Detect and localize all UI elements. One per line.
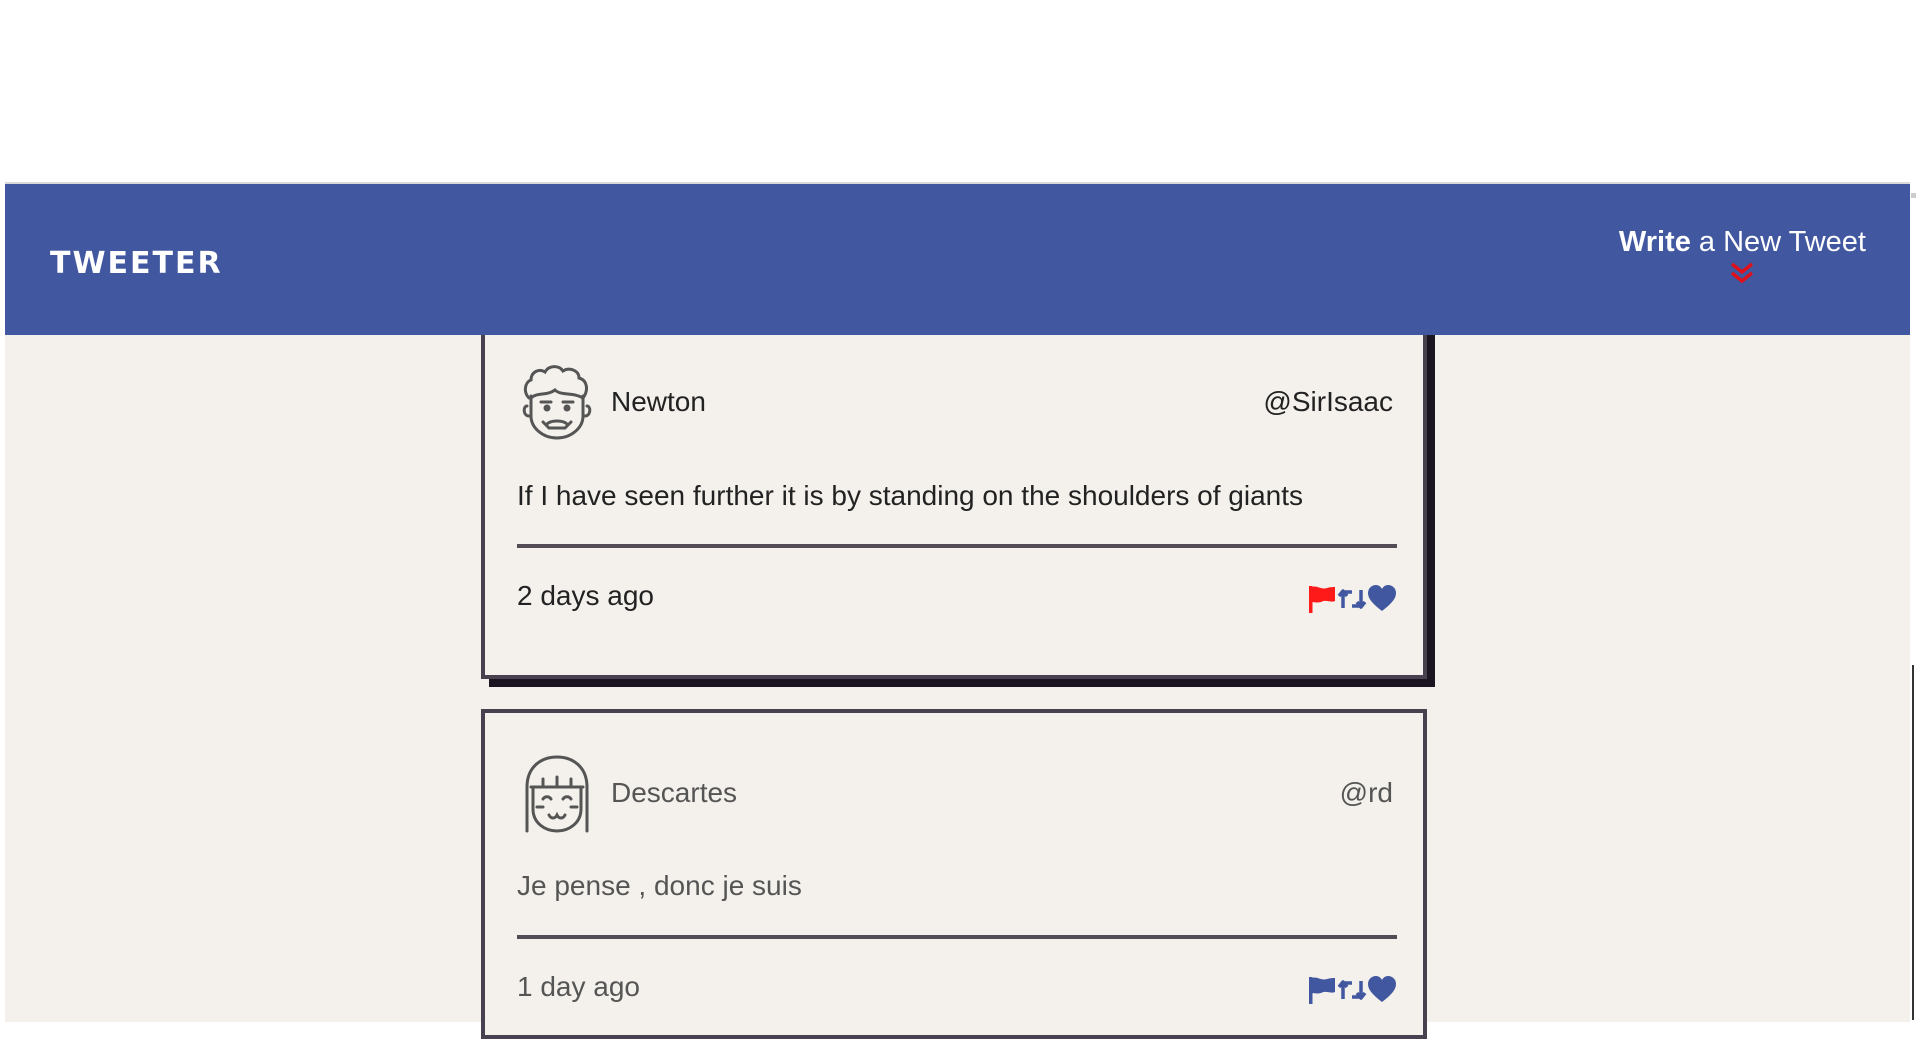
tweet-content: If I have seen further it is by standing… <box>517 480 1304 511</box>
heart-icon[interactable] <box>1367 584 1397 614</box>
author-name[interactable]: Descartes <box>611 777 737 809</box>
scrollbar-arrow[interactable] <box>1911 193 1916 198</box>
flag-icon[interactable] <box>1307 584 1337 614</box>
top-nav: TWEETER Write a New Tweet <box>5 184 1910 335</box>
write-new-tweet-button[interactable]: Write a New Tweet <box>1619 226 1866 285</box>
divider <box>517 544 1397 548</box>
flag-icon[interactable] <box>1307 975 1337 1005</box>
author-handle[interactable]: @rd <box>1340 777 1393 809</box>
app-logo[interactable]: TWEETER <box>50 246 223 281</box>
tweet-timestamp: 1 day ago <box>517 971 640 1002</box>
blank-top-area <box>0 0 1920 182</box>
divider <box>517 935 1397 939</box>
tweet-content: Je pense , donc je suis <box>517 870 802 901</box>
bob-hair-face-icon <box>525 755 589 833</box>
double-chevron-down-icon[interactable] <box>1729 261 1755 285</box>
author-name[interactable]: Newton <box>611 386 706 418</box>
author-handle[interactable]: @SirIsaac <box>1263 386 1393 418</box>
compose-label-bold: Write <box>1618 226 1691 258</box>
tweet-card: Descartes @rd Je pense , donc je suis 1 … <box>481 709 1427 1039</box>
compose-label-rest: a New Tweet <box>1690 226 1866 258</box>
scrollbar-thumb[interactable] <box>1912 665 1914 1020</box>
tweet-card: Newton @SirIsaac If I have seen further … <box>481 310 1427 679</box>
tweet-actions <box>1307 975 1397 1005</box>
heart-icon[interactable] <box>1367 975 1397 1005</box>
compose-label[interactable]: Write a New Tweet <box>1619 226 1866 259</box>
tweet-actions <box>1307 584 1397 614</box>
retweet-icon[interactable] <box>1337 584 1367 614</box>
retweet-icon[interactable] <box>1337 975 1367 1005</box>
curly-hair-face-icon <box>522 365 592 440</box>
tweet-timestamp: 2 days ago <box>517 580 654 611</box>
